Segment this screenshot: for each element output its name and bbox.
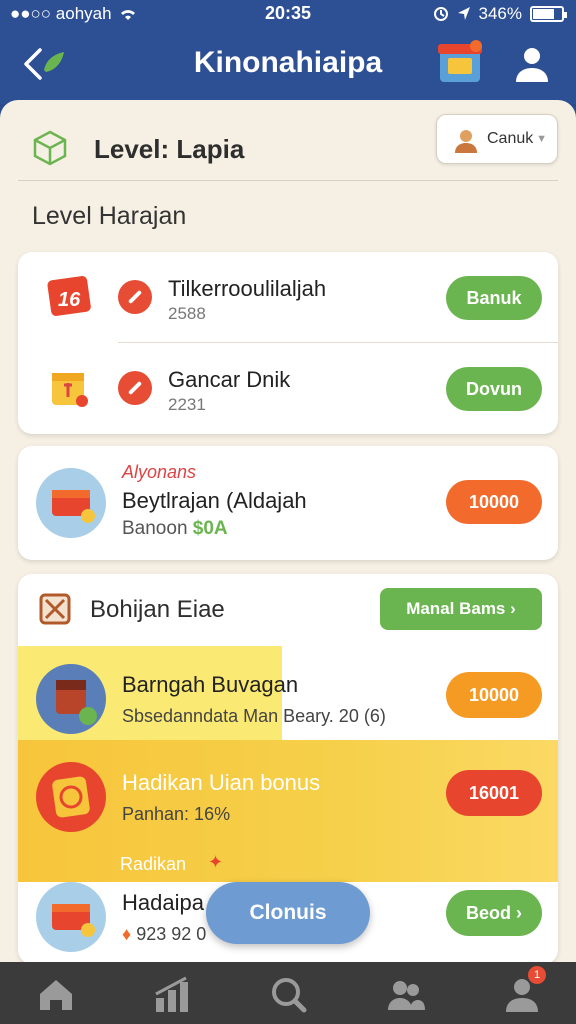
item-title: Tilkerrooulilaljah — [168, 276, 327, 301]
status-right: 346% — [433, 4, 567, 24]
item-value: 2588 — [168, 304, 206, 323]
gift-box-icon — [52, 373, 88, 407]
profile-tab[interactable]: 1 — [502, 966, 546, 1014]
bonus-header-button[interactable]: Manal Bams › — [380, 588, 542, 630]
friends-icon[interactable] — [386, 974, 426, 1014]
promo-action: 10000 — [18, 446, 558, 537]
home-icon[interactable] — [36, 974, 76, 1014]
bonus-item[interactable]: Barngah Buvagan Sbsedanndata Man Beary. … — [18, 648, 558, 744]
bonus-item-sub: Panhan: 16% — [122, 804, 231, 824]
list-item[interactable]: Gancar Dnik 2231 Dovun — [18, 343, 558, 434]
user-avatar-icon — [455, 130, 477, 153]
dropdown-value: Canuk — [487, 130, 534, 147]
location-icon — [457, 7, 470, 20]
app-title: Kinonahiaipa — [193, 46, 383, 79]
battery-icon — [530, 6, 567, 22]
bonus-item-title: Hadaipa — [122, 890, 204, 915]
list-item[interactable]: 16 Tilkerrooulilaljah 2588 Banuk — [18, 252, 558, 343]
level-title: Level: Lapia — [94, 134, 245, 164]
stats-icon[interactable] — [152, 974, 192, 1014]
bonus-item-title: Barngah Buvagan — [122, 672, 299, 697]
cube-icon — [33, 130, 67, 166]
promo-button[interactable]: 10000 — [446, 480, 542, 524]
level-row: Level: Lapia Canuk ▼ — [18, 112, 558, 180]
item-action-button[interactable]: Banuk — [446, 276, 542, 320]
item-title: Gancar Dnik — [168, 367, 291, 392]
app-header: Kinonahiaipa — [0, 28, 576, 104]
bonus-item-button[interactable]: 10000 — [446, 672, 542, 718]
section-title: Level Harajan — [32, 202, 187, 230]
chevron-right-icon: › — [516, 903, 522, 923]
main-sheet: Level: Lapia Canuk ▼ Level Harajan 16 Ti… — [0, 100, 576, 962]
level-dropdown[interactable]: Canuk ▼ — [436, 114, 558, 164]
item-action-button[interactable]: Dovun — [446, 367, 542, 411]
promo-card[interactable]: Alyonans Beytlrajan (Aldajah Banoon $0A … — [18, 446, 558, 560]
chevron-right-icon: › — [510, 599, 516, 618]
bonus-item-sub: Sbsedanndata Man Beary. 20 (6) — [122, 706, 386, 726]
bonus-title: Bohijan Eiae — [90, 596, 225, 623]
battery-level — [533, 9, 554, 19]
item-value: 2231 — [168, 395, 206, 414]
task-card: 16 Tilkerrooulilaljah 2588 Banuk Gancar … — [18, 252, 558, 434]
remove-icon[interactable] — [118, 280, 152, 314]
crossed-box-icon — [39, 593, 71, 625]
notification-person-icon[interactable] — [510, 44, 554, 88]
calendar-16-icon: 16 — [47, 276, 91, 316]
divider — [18, 180, 558, 181]
search-icon[interactable] — [268, 974, 308, 1014]
bonus-item-sub: ♦ 923 92 0 — [122, 924, 206, 945]
bonus-header-label: Manal Bams — [406, 599, 506, 618]
alarm-icon — [433, 7, 448, 21]
floating-action-button[interactable]: Clonuis — [206, 882, 370, 944]
floating-action-label: Clonuis — [249, 901, 327, 924]
coin-2-icon — [36, 762, 106, 832]
bonus-item[interactable]: Hadikan Uian bonus Panhan: 16% 16001 — [18, 746, 558, 842]
remove-icon[interactable] — [118, 371, 152, 405]
notification-badge: 1 — [528, 966, 546, 984]
svg-text:16: 16 — [58, 289, 81, 311]
battery-percent: 346% — [478, 4, 522, 23]
bonus-item-button-label: Beod — [465, 903, 511, 923]
bonus-item-button[interactable]: Beod › — [446, 890, 542, 936]
bonus-item-sub-text: 923 92 0 — [136, 924, 207, 944]
store-icon[interactable] — [436, 38, 484, 88]
calendar-chest-icon — [36, 664, 106, 734]
bottom-tab-bar: 1 — [0, 962, 576, 1024]
fire-icon: ♦ — [122, 924, 132, 944]
bonus-item-title: Hadikan Uian bonus — [122, 770, 321, 795]
status-bar: ●●○○ aohyah 20:35 346% — [0, 0, 576, 28]
bonus-item-button[interactable]: 16001 — [446, 770, 542, 816]
chevron-down-icon: ▼ — [536, 133, 547, 145]
treasure-chest-icon — [36, 882, 106, 952]
